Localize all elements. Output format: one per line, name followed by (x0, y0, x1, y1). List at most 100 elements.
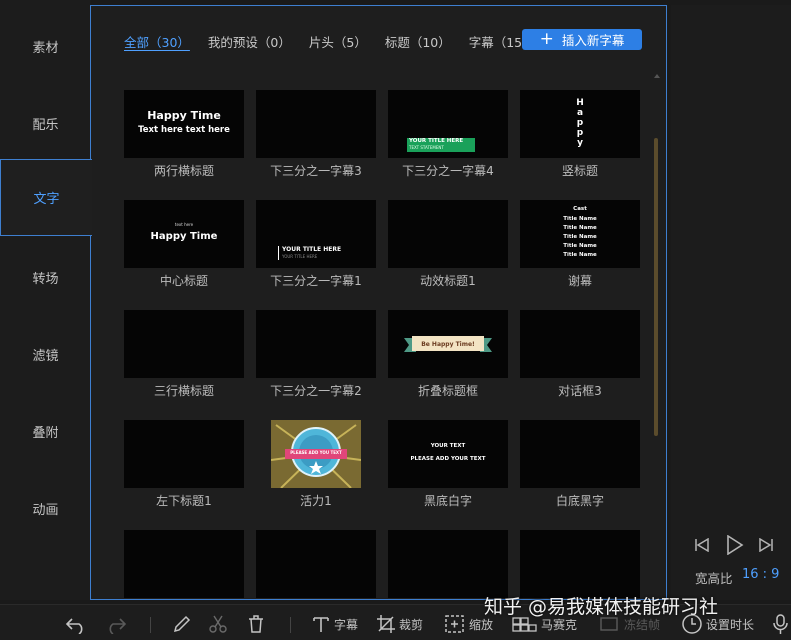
thumb-text: Title Name (563, 243, 597, 249)
play-icon[interactable] (726, 535, 744, 555)
template-thumbnail: Be Happy Time! (388, 310, 508, 378)
template-thumbnail (124, 310, 244, 378)
crop-label: 裁剪 (399, 617, 424, 632)
template-thumbnail (520, 530, 640, 598)
thumb-text: a (576, 108, 584, 118)
template-caption: 下三分之一字幕1 (270, 274, 362, 288)
sidebar-item-label: 滤镜 (32, 349, 59, 364)
thumb-text: YOUR TITLE HERE (282, 246, 342, 253)
aspect-ratio-label: 宽高比 (695, 571, 733, 586)
thumb-text: Title Name (563, 225, 597, 231)
thumb-text: y (577, 138, 583, 148)
template-thumbnail (388, 530, 508, 598)
template-caption: 对话框3 (558, 384, 602, 398)
voice-button[interactable] (772, 613, 790, 635)
thumb-text: Cast (573, 206, 587, 212)
sidebar-item-overlay[interactable]: 叠附 (0, 393, 91, 470)
insert-subtitle-button[interactable]: + 插入新字幕 (522, 29, 642, 50)
template-thumbnail (256, 530, 376, 598)
sidebar: 素材 配乐 文字 转场 滤镜 叠附 动画 (0, 0, 92, 600)
aspect-ratio-value[interactable]: 16 : 9 (742, 567, 779, 582)
thumb-text: text here (174, 222, 194, 227)
sidebar-item-material[interactable]: 素材 (0, 8, 91, 85)
text-template-panel: 全部（30） 我的预设（0） 片头（5） 标题（10） 字幕（15） + 插入新… (90, 5, 667, 600)
template-caption: 谢幕 (567, 274, 592, 288)
template-thumbnail (520, 420, 640, 488)
category-tabs: 全部（30） 我的预设（0） 片头（5） 标题（10） 字幕（15） (124, 31, 553, 51)
previous-frame-icon[interactable] (694, 538, 710, 552)
split-button[interactable] (208, 613, 228, 635)
watermark-text: 知乎 @易我媒体技能研习社 (484, 596, 719, 618)
scissors-icon (209, 615, 227, 633)
crop-icon (377, 615, 395, 633)
sidebar-item-transition[interactable]: 转场 (0, 239, 91, 316)
thumb-text: Text here text here (138, 125, 230, 135)
sidebar-item-animation[interactable]: 动画 (0, 470, 91, 547)
sidebar-item-label: 叠附 (32, 426, 59, 441)
template-caption: 折叠标题框 (417, 384, 478, 398)
template-thumbnail: PLEASE ADD YOU TEXT (271, 420, 361, 488)
template-caption: 黑底白字 (423, 494, 472, 508)
template-caption: 下三分之一字幕4 (402, 164, 494, 178)
thumb-text: YOUR TITLE HERE (409, 138, 464, 144)
edit-button[interactable] (172, 613, 192, 635)
tab-all[interactable]: 全部（30） (124, 32, 190, 51)
zoom-icon (445, 615, 464, 633)
template-thumbnail (256, 90, 376, 158)
template-caption: 活力1 (300, 494, 332, 508)
thumb-text: Title Name (563, 252, 597, 258)
thumb-text: p (576, 118, 584, 128)
template-caption: 左下标题1 (156, 494, 212, 508)
template-thumbnail: YOUR TITLE HERE TEXT STATEMENT (388, 90, 508, 158)
sidebar-item-text[interactable]: 文字 (0, 159, 92, 236)
template-caption: 动效标题1 (420, 274, 476, 288)
sidebar-item-label: 动画 (32, 503, 59, 518)
thumb-text: PLEASE ADD YOUR TEXT (410, 456, 486, 462)
plus-icon: + (539, 29, 554, 49)
preview-panel (671, 5, 791, 600)
scrollbar-thumb[interactable] (654, 138, 658, 436)
subtitle-label: 字幕 (334, 617, 359, 632)
tab-opening[interactable]: 片头（5） (309, 32, 367, 51)
pencil-icon (173, 615, 191, 633)
accent-bar (278, 246, 279, 260)
scroll-up-arrow[interactable] (654, 74, 660, 78)
delete-button[interactable] (246, 613, 266, 635)
template-thumbnail: YOUR TITLE HERE YOUR TITLE HERE (256, 200, 376, 268)
undo-button[interactable] (64, 613, 88, 635)
template-thumbnail: H a p p y (520, 90, 640, 158)
sidebar-item-filter[interactable]: 滤镜 (0, 316, 91, 393)
thumb-text: Happy Time (147, 109, 221, 122)
template-caption: 中心标题 (159, 274, 208, 288)
thumb-text: p (576, 128, 584, 138)
sidebar-item-label: 文字 (33, 192, 60, 207)
next-frame-icon[interactable] (758, 538, 774, 552)
tab-titles[interactable]: 标题（10） (385, 32, 451, 51)
template-caption: 下三分之一字幕3 (270, 164, 362, 178)
thumb-text: Happy Time (150, 231, 218, 242)
toolbar-divider (150, 617, 151, 633)
template-thumbnail (124, 530, 244, 598)
template-thumbnail: Cast Title Name Title Name Title Name Ti… (520, 200, 640, 268)
text-icon (313, 617, 329, 632)
template-caption: 竖标题 (561, 164, 598, 178)
undo-icon (65, 618, 83, 634)
subtitle-button[interactable]: 字幕 (311, 613, 358, 635)
thumb-text: YOUR TEXT (430, 443, 466, 449)
redo-icon (109, 618, 127, 634)
crop-button[interactable]: 裁剪 (376, 613, 423, 635)
thumb-text: TEXT STATEMENT (409, 145, 444, 150)
template-thumbnail (520, 310, 640, 378)
thumb-text: H (576, 98, 584, 108)
template-caption: 三行横标题 (153, 384, 214, 398)
redo-button[interactable] (104, 613, 128, 635)
template-caption: 白底黑字 (555, 494, 604, 508)
template-thumbnail: Happy Time Text here text here (124, 90, 244, 158)
tab-my-presets[interactable]: 我的预设（0） (208, 32, 291, 51)
sidebar-item-music[interactable]: 配乐 (0, 85, 91, 162)
template-caption: 两行横标题 (153, 164, 214, 178)
thumb-text: PLEASE ADD YOU TEXT (290, 450, 342, 455)
thumb-text: YOUR TITLE HERE (282, 254, 318, 259)
template-thumbnail: YOUR TEXT PLEASE ADD YOUR TEXT (388, 420, 508, 488)
sidebar-item-label: 转场 (32, 272, 59, 287)
